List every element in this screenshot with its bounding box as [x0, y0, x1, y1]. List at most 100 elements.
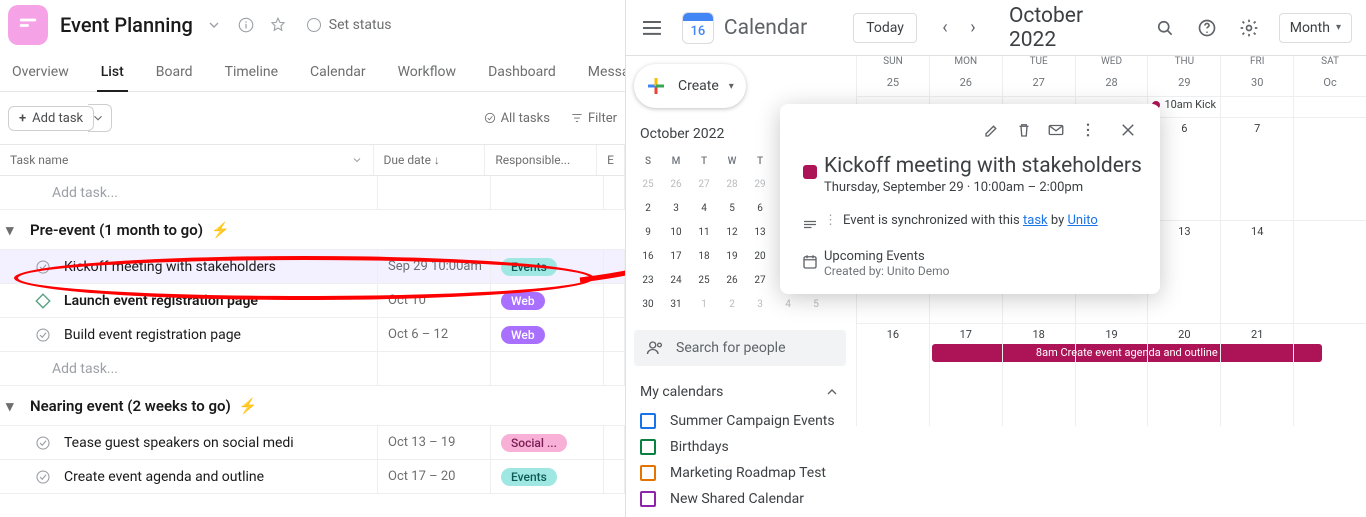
- section-header[interactable]: ▾Pre-event (1 month to go)⚡: [0, 210, 625, 250]
- section-header[interactable]: ▾Nearing event (2 weeks to go)⚡: [0, 386, 625, 426]
- event-email-icon[interactable]: [1040, 114, 1072, 146]
- add-task-inline[interactable]: Add task...: [0, 176, 378, 209]
- mini-day[interactable]: 30: [634, 292, 662, 316]
- event-delete-icon[interactable]: [1008, 114, 1040, 146]
- event-close-icon[interactable]: [1112, 114, 1144, 146]
- info-icon[interactable]: [235, 14, 257, 36]
- task-tag[interactable]: Events: [501, 468, 557, 486]
- column-responsible[interactable]: Responsible...: [485, 145, 597, 175]
- tab-board[interactable]: Board: [152, 56, 197, 91]
- filter-button[interactable]: Filter: [570, 111, 617, 126]
- mini-day[interactable]: 26: [662, 172, 690, 196]
- mini-day[interactable]: 31: [662, 292, 690, 316]
- tab-timeline[interactable]: Timeline: [221, 56, 282, 91]
- view-select[interactable]: Month: [1279, 13, 1352, 43]
- add-task-button[interactable]: Add task: [8, 106, 94, 131]
- calendar-checkbox[interactable]: [640, 491, 656, 507]
- column-due-date[interactable]: Due date ↓: [374, 145, 486, 175]
- task-row[interactable]: Create event agenda and outlineOct 17 – …: [0, 460, 625, 494]
- all-tasks-filter[interactable]: All tasks: [483, 111, 550, 126]
- day-cell[interactable]: [1293, 97, 1366, 117]
- mini-day[interactable]: 10: [662, 220, 690, 244]
- mini-day[interactable]: 13: [746, 220, 774, 244]
- day-cell[interactable]: 18: [1002, 324, 1075, 426]
- menu-icon[interactable]: [640, 16, 664, 40]
- calendar-checkbox[interactable]: [640, 413, 656, 429]
- tab-calendar[interactable]: Calendar: [306, 56, 370, 91]
- event-chip[interactable]: 10am Kick: [1150, 97, 1218, 112]
- mini-day[interactable]: 16: [634, 244, 662, 268]
- mini-day[interactable]: 9: [634, 220, 662, 244]
- task-row[interactable]: Tease guest speakers on social mediOct 1…: [0, 426, 625, 460]
- task-tag[interactable]: Web: [501, 326, 545, 344]
- next-month-button[interactable]: ›: [959, 14, 987, 42]
- search-icon[interactable]: [1153, 16, 1177, 40]
- task-row[interactable]: Build event registration pageOct 6 – 12W…: [0, 318, 625, 352]
- mini-day[interactable]: 2: [718, 292, 746, 316]
- mini-day[interactable]: 23: [634, 268, 662, 292]
- mini-day[interactable]: 27: [690, 172, 718, 196]
- event-edit-icon[interactable]: [976, 114, 1008, 146]
- task-row[interactable]: Launch event registration pageOct 10Web: [0, 284, 625, 318]
- calendar-item[interactable]: New Shared Calendar: [634, 486, 846, 512]
- my-calendars-toggle[interactable]: My calendars: [634, 384, 846, 400]
- mini-day[interactable]: 3: [746, 292, 774, 316]
- column-task-name[interactable]: Task name: [0, 145, 374, 175]
- mini-day[interactable]: 19: [718, 244, 746, 268]
- settings-icon[interactable]: [1237, 16, 1261, 40]
- mini-day[interactable]: 24: [662, 268, 690, 292]
- day-cell[interactable]: 20: [1147, 324, 1220, 426]
- day-cell[interactable]: [1293, 118, 1366, 220]
- mini-day[interactable]: 11: [690, 220, 718, 244]
- mini-day[interactable]: 29: [746, 172, 774, 196]
- day-cell[interactable]: 19: [1075, 324, 1148, 426]
- tab-dashboard[interactable]: Dashboard: [484, 56, 560, 91]
- unito-link[interactable]: Unito: [1067, 213, 1097, 228]
- set-status-button[interactable]: Set status: [307, 17, 392, 33]
- day-cell[interactable]: 21: [1220, 324, 1293, 426]
- day-cell[interactable]: 178am Create event agenda and outline: [929, 324, 1002, 426]
- today-button[interactable]: Today: [853, 13, 917, 43]
- project-dropdown-icon[interactable]: [203, 14, 225, 36]
- task-row[interactable]: Kickoff meeting with stakeholdersSep 29 …: [0, 250, 625, 284]
- help-icon[interactable]: [1195, 16, 1219, 40]
- mini-day[interactable]: 25: [634, 172, 662, 196]
- mini-day[interactable]: 4: [690, 196, 718, 220]
- mini-day[interactable]: 5: [802, 292, 830, 316]
- mini-day[interactable]: 12: [718, 220, 746, 244]
- task-tag[interactable]: Social ...: [501, 434, 567, 452]
- day-cell[interactable]: 14: [1220, 221, 1293, 323]
- mini-day[interactable]: 26: [718, 268, 746, 292]
- mini-day[interactable]: 6: [746, 196, 774, 220]
- day-cell[interactable]: [1293, 221, 1366, 323]
- create-button[interactable]: Create: [634, 64, 746, 108]
- mini-day[interactable]: 1: [690, 292, 718, 316]
- mini-day[interactable]: 3: [662, 196, 690, 220]
- mini-day[interactable]: 27: [746, 268, 774, 292]
- tab-workflow[interactable]: Workflow: [394, 56, 461, 91]
- calendar-checkbox[interactable]: [640, 465, 656, 481]
- calendar-checkbox[interactable]: [640, 439, 656, 455]
- task-tag[interactable]: Events: [501, 258, 557, 276]
- day-cell[interactable]: 16: [856, 324, 929, 426]
- search-people-input[interactable]: Search for people: [634, 330, 846, 366]
- task-link[interactable]: task: [1023, 213, 1048, 228]
- mini-day[interactable]: 20: [746, 244, 774, 268]
- add-task-inline[interactable]: Add task...: [0, 352, 378, 385]
- mini-day[interactable]: 28: [718, 172, 746, 196]
- column-extra[interactable]: E: [597, 145, 625, 175]
- calendar-item[interactable]: Marketing Roadmap Test: [634, 460, 846, 486]
- day-cell[interactable]: [1293, 324, 1366, 426]
- day-cell[interactable]: [1220, 97, 1293, 117]
- calendar-item[interactable]: Summer Campaign Events: [634, 408, 846, 434]
- task-tag[interactable]: Web: [501, 292, 545, 310]
- tab-list[interactable]: List: [97, 56, 128, 92]
- mini-day[interactable]: 4: [774, 292, 802, 316]
- calendar-item[interactable]: Birthdays: [634, 434, 846, 460]
- mini-day[interactable]: 17: [662, 244, 690, 268]
- mini-day[interactable]: 5: [718, 196, 746, 220]
- prev-month-button[interactable]: ‹: [931, 14, 959, 42]
- day-cell[interactable]: 7: [1220, 118, 1293, 220]
- add-task-dropdown[interactable]: [88, 104, 112, 132]
- star-icon[interactable]: [267, 14, 289, 36]
